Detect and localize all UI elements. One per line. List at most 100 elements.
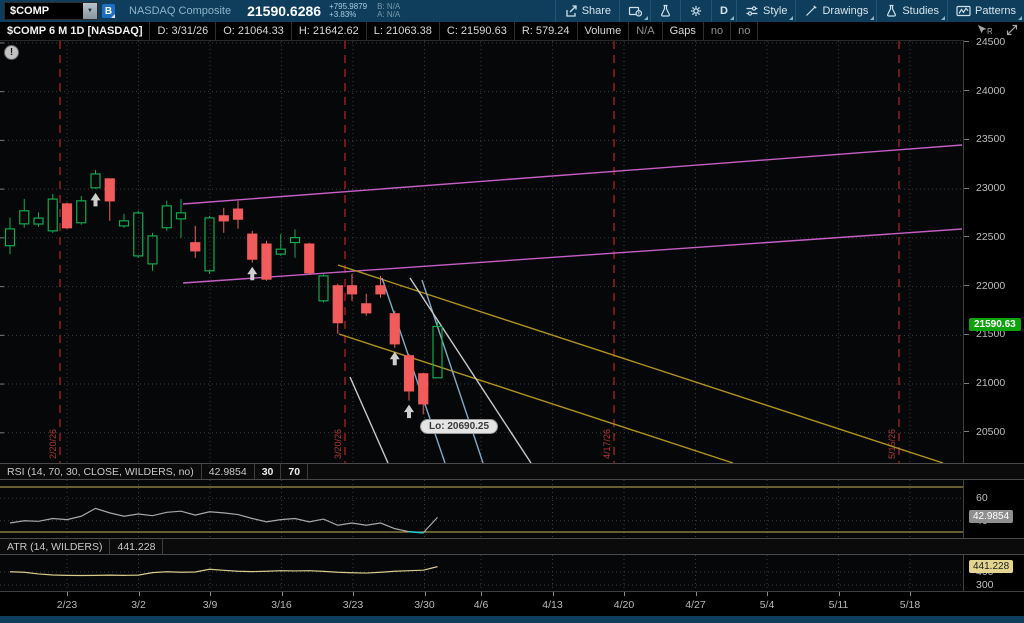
ohlc-cell: Gaps xyxy=(663,22,704,40)
price-axis-label: 23000 xyxy=(976,182,1005,194)
info-icon[interactable]: ! xyxy=(4,45,19,60)
time-axis-tick xyxy=(425,592,426,596)
candle xyxy=(419,374,428,404)
rsi-axis-label: 60 xyxy=(976,492,988,504)
analyze-flask-button[interactable] xyxy=(650,0,680,22)
time-axis-label: 4/20 xyxy=(614,599,634,611)
change-pct: +3.83% xyxy=(329,11,367,19)
price-change: +795.9879 +3.83% xyxy=(329,3,367,19)
rsi-line xyxy=(10,508,438,532)
time-axis-label: 3/16 xyxy=(271,599,291,611)
trendline-white[interactable] xyxy=(410,278,531,463)
expiration-label: 3/20/26 xyxy=(333,429,343,459)
price-axis-tick xyxy=(964,236,969,237)
symbol-text: $COMP xyxy=(5,5,83,17)
price-axis-tick xyxy=(964,431,969,432)
time-axis-tick xyxy=(67,592,68,596)
style-sliders-icon xyxy=(745,4,759,18)
chart-toolbar: $COMP ▼ B NASDAQ Composite 21590.6286 +7… xyxy=(0,0,1024,22)
studies-label: Studies xyxy=(902,5,939,17)
ohlc-cell: N/A xyxy=(629,22,662,40)
atr-label[interactable]: ATR (14, WILDERS) xyxy=(0,539,110,554)
share-button[interactable]: Share xyxy=(555,0,619,22)
exchange-badge[interactable]: B xyxy=(102,4,115,18)
candle xyxy=(34,218,43,224)
rsi-value: 42.9854 xyxy=(202,464,255,479)
ohlc-cell: H: 21642.62 xyxy=(292,22,367,40)
ohlc-cell: D: 3/31/26 xyxy=(150,22,216,40)
candle xyxy=(77,201,86,223)
candle xyxy=(177,213,186,219)
expiration-label: 5/15/26 xyxy=(887,429,897,459)
time-axis-tick xyxy=(624,592,625,596)
candle xyxy=(262,244,271,279)
candle xyxy=(276,249,285,254)
time-axis-tick xyxy=(910,592,911,596)
price-axis-label: 24000 xyxy=(976,85,1005,97)
candle xyxy=(291,238,300,243)
rsi-pane[interactable] xyxy=(0,480,963,538)
time-axis-tick xyxy=(282,592,283,596)
candle xyxy=(191,243,200,251)
time-axis-tick xyxy=(353,592,354,596)
rsi-label[interactable]: RSI (14, 70, 30, CLOSE, WILDERS, no) xyxy=(0,464,202,479)
trendline-white[interactable] xyxy=(350,377,388,463)
studies-button[interactable]: Studies xyxy=(876,0,947,22)
price-axis-tick xyxy=(964,41,969,42)
candle xyxy=(148,236,157,264)
style-button[interactable]: Style xyxy=(736,0,795,22)
time-axis-label: 3/9 xyxy=(203,599,218,611)
trendline-blue[interactable] xyxy=(422,280,483,463)
ohlc-cell: C: 21590.63 xyxy=(440,22,515,40)
flask-icon xyxy=(659,4,672,18)
candle xyxy=(234,209,243,219)
timeframe-button[interactable]: D xyxy=(711,0,736,22)
candle xyxy=(219,216,228,221)
expiration-label: 4/17/26 xyxy=(602,429,612,459)
ohlc-cell: no xyxy=(731,22,758,40)
atr-axis-label: 300 xyxy=(976,579,994,591)
price-axis[interactable]: 2450024000235002300022500220002150021000… xyxy=(963,40,1024,616)
rsi-oversold: 30 xyxy=(255,464,282,479)
candle xyxy=(319,276,328,301)
symbol-dropdown-button[interactable]: ▼ xyxy=(83,3,97,19)
time-axis-tick xyxy=(839,592,840,596)
atr-value: 441.228 xyxy=(110,539,163,554)
price-axis-label: 21000 xyxy=(976,377,1005,389)
ohlc-cell: $COMP 6 M 1D [NASDAQ] xyxy=(0,22,150,40)
alert-chart-button[interactable] xyxy=(619,0,650,22)
price-chart-pane[interactable]: 2/20/263/20/264/17/265/15/26 ! Lo: 20690… xyxy=(0,40,963,463)
settings-gear-button[interactable] xyxy=(680,0,711,22)
ohlc-cell: Volume xyxy=(578,22,630,40)
trendline-yellow[interactable] xyxy=(339,334,733,463)
trendline-magenta[interactable] xyxy=(183,145,962,204)
price-axis-label: 22000 xyxy=(976,280,1005,292)
symbol-input[interactable]: $COMP ▼ xyxy=(4,2,98,20)
time-axis[interactable]: 2/233/23/93/163/233/304/64/134/204/275/4… xyxy=(0,591,1024,616)
price-axis-label: 22500 xyxy=(976,231,1005,243)
drawings-button[interactable]: Drawings xyxy=(795,0,876,22)
price-axis-tick xyxy=(964,139,969,140)
candle xyxy=(48,199,57,231)
last-price: 21590.6286 xyxy=(247,3,321,19)
patterns-icon xyxy=(956,4,971,18)
candle xyxy=(162,206,171,228)
time-axis-label: 4/6 xyxy=(474,599,489,611)
atr-line xyxy=(10,567,438,576)
drawings-label: Drawings xyxy=(822,5,868,17)
atr-pane[interactable] xyxy=(0,555,963,591)
ohlc-cell: L: 21063.38 xyxy=(367,22,440,40)
candle xyxy=(405,356,414,391)
price-axis-tick xyxy=(964,90,969,91)
atr-value-badge: 441.228 xyxy=(969,560,1013,573)
rsi-header: RSI (14, 70, 30, CLOSE, WILDERS, no) 42.… xyxy=(0,463,1024,480)
time-axis-label: 5/11 xyxy=(829,599,849,611)
candle xyxy=(63,204,72,228)
up-arrow-marker xyxy=(91,193,101,207)
maximize-icon[interactable] xyxy=(1006,24,1018,39)
ohlc-cell: R: 579.24 xyxy=(515,22,578,40)
bid-ask: B: N/A A: N/A xyxy=(377,3,400,19)
time-axis-label: 2/23 xyxy=(57,599,77,611)
window-bottom-strip xyxy=(0,616,1024,623)
patterns-button[interactable]: Patterns xyxy=(947,0,1024,22)
